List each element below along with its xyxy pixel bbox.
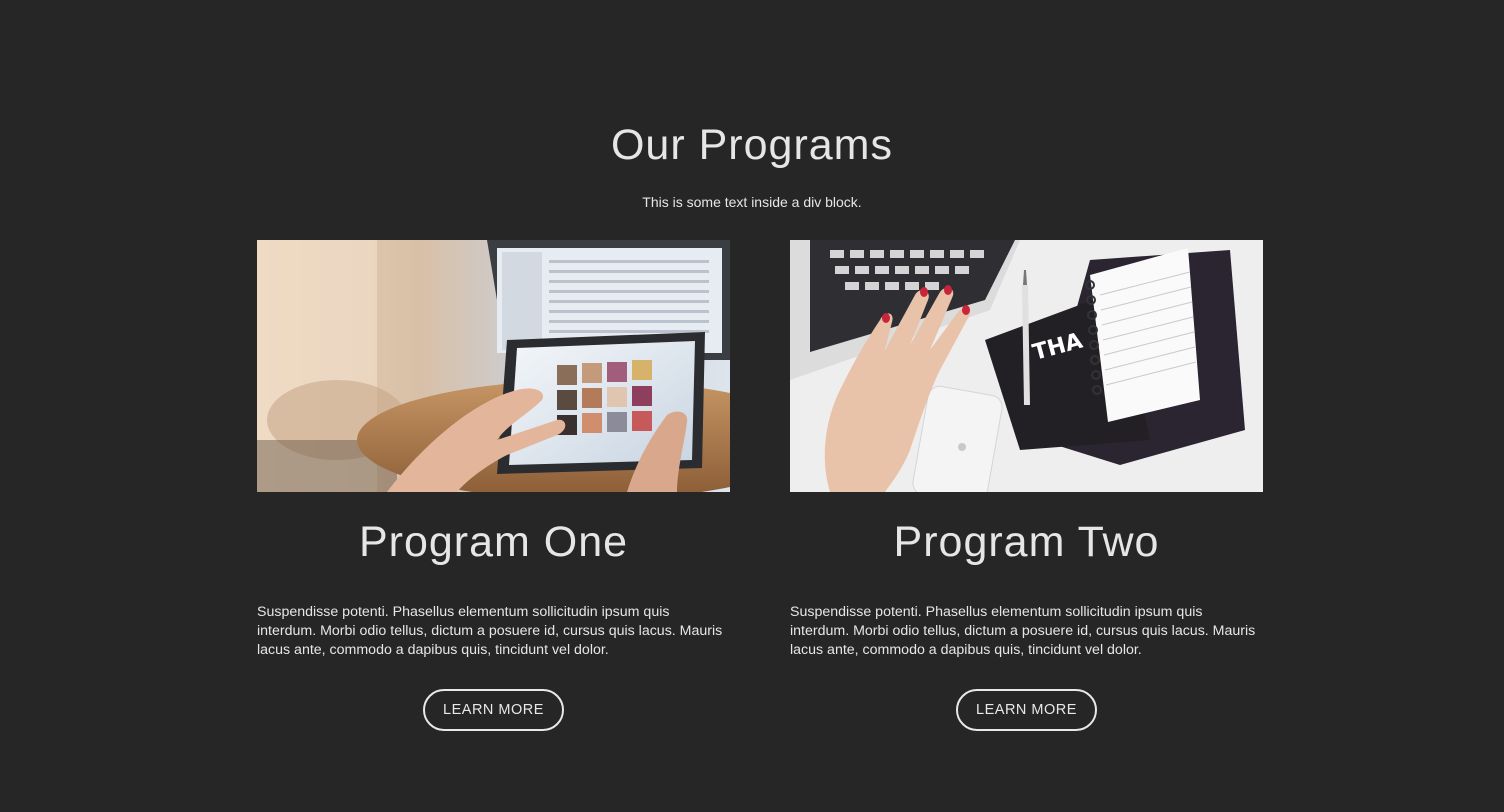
program-two-description: Suspendisse potenti. Phasellus elementum… bbox=[790, 604, 1256, 658]
program-one-learn-more-button[interactable]: LEARN MORE bbox=[423, 689, 564, 731]
program-one-description: Suspendisse potenti. Phasellus elementum… bbox=[257, 604, 723, 658]
program-card-two: THA Program Two Suspendisse potenti. Pha… bbox=[790, 240, 1263, 731]
program-one-image bbox=[257, 240, 730, 492]
programs-section: Our Programs This is some text inside a … bbox=[0, 0, 1504, 812]
program-card-one: Program One Suspendisse potenti. Phasell… bbox=[257, 240, 730, 731]
program-two-title: Program Two bbox=[893, 518, 1160, 566]
program-two-image: THA bbox=[790, 240, 1263, 492]
section-subtitle: This is some text inside a div block. bbox=[642, 194, 862, 210]
program-one-title: Program One bbox=[358, 518, 629, 566]
program-two-learn-more-button[interactable]: LEARN MORE bbox=[956, 689, 1097, 731]
section-title: Our Programs bbox=[610, 121, 893, 169]
